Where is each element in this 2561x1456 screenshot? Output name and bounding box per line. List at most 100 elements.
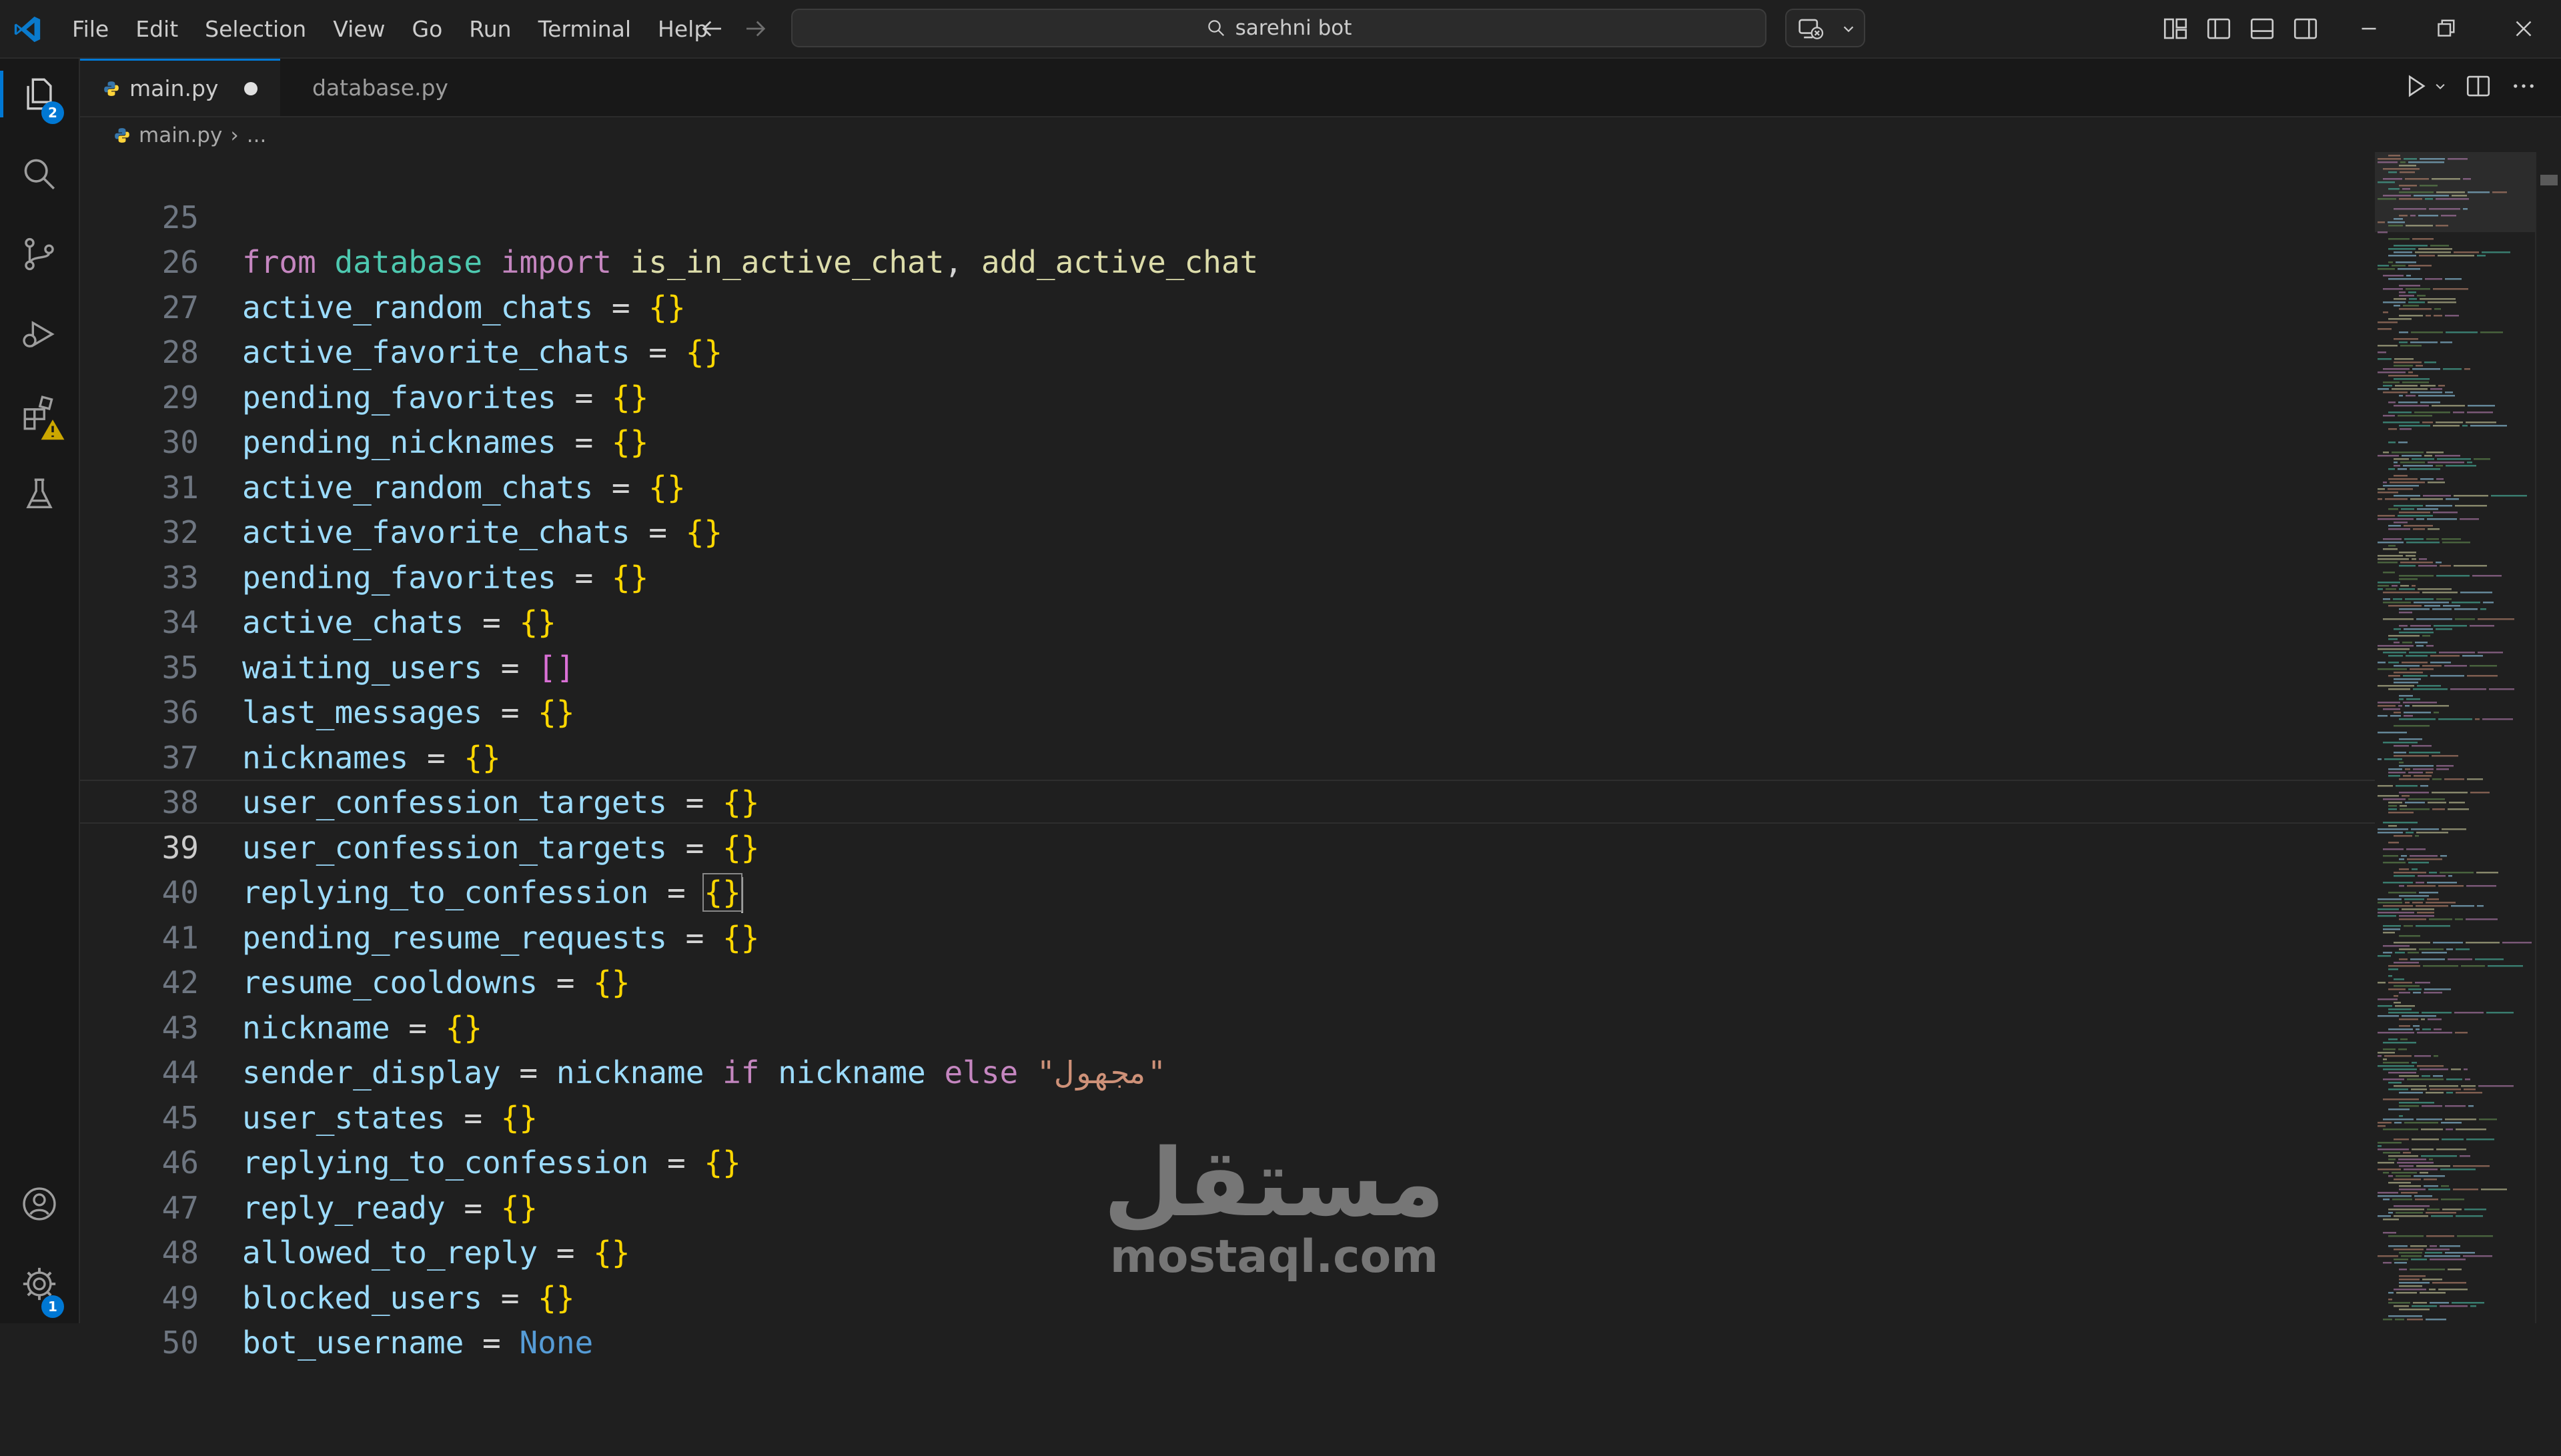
minimap-code-stroke [2420, 298, 2456, 300]
unsaved-dot-icon[interactable] [244, 81, 258, 95]
minimap-code-stroke [2422, 592, 2458, 594]
menu-edit[interactable]: Edit [122, 16, 191, 42]
source-control-icon[interactable] [20, 235, 59, 273]
minimap-code-stroke [2383, 822, 2418, 824]
minimap-code-stroke [2399, 915, 2434, 917]
minimap-code-stroke [2383, 415, 2395, 417]
accounts-icon[interactable] [20, 1185, 59, 1223]
run-python-file-icon[interactable] [2402, 72, 2430, 100]
code-line[interactable]: 36 nicknames = {} [80, 646, 2375, 776]
minimap-code-stroke [2392, 388, 2428, 390]
minimap-code-stroke [2399, 1269, 2407, 1271]
toggle-secondary-sidebar-icon[interactable] [2291, 15, 2320, 43]
minimap-code-stroke [2436, 575, 2470, 577]
code-line[interactable]: 45 replying_to_confession = {} [80, 1050, 2375, 1181]
minimap-code-stroke [2383, 1058, 2387, 1060]
menu-selection[interactable]: Selection [191, 16, 320, 42]
copilot-button[interactable] [1785, 9, 1865, 47]
minimap-code-stroke [2460, 1155, 2470, 1157]
menu-run[interactable]: Run [456, 16, 524, 42]
minimap-code-stroke [2388, 155, 2400, 157]
minimap-code-stroke [2432, 755, 2458, 757]
search-view-icon[interactable] [20, 155, 59, 193]
code-line[interactable]: 44 user_states = {} [80, 1006, 2375, 1136]
minimap-code-stroke [2378, 1052, 2395, 1054]
minimap-code-stroke [2399, 1165, 2414, 1167]
customize-layout-icon[interactable] [2161, 15, 2189, 43]
minimap-code-stroke [2486, 1012, 2514, 1014]
minimap-code-stroke [2383, 572, 2395, 574]
minimap-code-stroke [2401, 1192, 2418, 1194]
code-line[interactable]: 31 active_favorite_chats = {} [80, 420, 2375, 551]
minimize-window-icon[interactable] [2355, 15, 2383, 43]
code-line[interactable]: 35 last_messages = {} [80, 600, 2375, 731]
run-and-debug-icon[interactable] [20, 315, 59, 353]
split-editor-icon[interactable] [2464, 72, 2492, 100]
code-line[interactable]: 41 resume_cooldowns = {} [80, 870, 2375, 1001]
minimap-code-stroke [2399, 762, 2404, 764]
minimap-code-stroke [2406, 832, 2414, 834]
minimap-code-stroke [2455, 918, 2463, 920]
menu-terminal[interactable]: Terminal [525, 16, 644, 42]
scrollbar-thumb[interactable] [2540, 175, 2558, 185]
minimap-code-stroke [2390, 715, 2401, 717]
breadcrumb-symbols[interactable]: ... [247, 123, 267, 147]
minimap-code-stroke [2383, 742, 2418, 744]
minimap-code-stroke [2412, 585, 2416, 587]
code-line[interactable]: 40 pending_resume_requests = {} [80, 826, 2375, 956]
breadcrumb-file[interactable]: main.py [139, 123, 222, 147]
testing-icon[interactable] [20, 475, 59, 514]
tab-database-py[interactable]: database.py [280, 59, 467, 116]
menu-file[interactable]: File [59, 16, 122, 42]
minimap-code-stroke [2388, 1209, 2424, 1211]
minimap-code-stroke [2394, 1289, 2426, 1291]
code-line[interactable]: 38 user_confession_targets = {} [80, 736, 2375, 866]
minimap-code-stroke [2412, 238, 2434, 240]
minimap-code-stroke [2432, 808, 2445, 810]
code-line[interactable]: 34 waiting_users = [] [80, 556, 2375, 686]
code-line[interactable]: 30 active_random_chats = {} [80, 376, 2375, 506]
minimap-code-stroke [2378, 795, 2399, 797]
toggle-panel-icon[interactable] [2248, 15, 2276, 43]
minimap-code-stroke [2454, 251, 2479, 253]
menu-view[interactable]: View [320, 16, 398, 42]
minimap-code-stroke [2406, 288, 2430, 290]
minimap-code-stroke [2398, 515, 2433, 517]
minimap-code-stroke [2378, 585, 2389, 587]
minimap-code-stroke [2430, 1245, 2437, 1247]
minimap-code-stroke [2424, 992, 2442, 994]
code-line[interactable]: 32 pending_favorites = {} [80, 466, 2375, 596]
vertical-scrollbar[interactable] [2535, 152, 2561, 1323]
command-center-search[interactable]: sarehni bot [791, 9, 1766, 47]
code-line[interactable]: 26 active_random_chats = {} [80, 195, 2375, 325]
tab-main-py[interactable]: main.py [80, 59, 280, 116]
minimap-code-stroke [2388, 1235, 2424, 1237]
restore-window-icon[interactable] [2432, 15, 2460, 43]
code-line-current[interactable]: 39 replying_to_confession = {} [80, 780, 2375, 913]
more-actions-icon[interactable] [2510, 72, 2538, 100]
minimap-code-stroke [2388, 968, 2398, 970]
minimap-code-stroke [2413, 1025, 2420, 1027]
minimap-code-stroke [2383, 1062, 2409, 1064]
code-line[interactable]: 27 active_favorite_chats = {} [80, 240, 2375, 371]
code-line[interactable]: 42 nickname = {} [80, 916, 2375, 1046]
code-line[interactable]: 29 pending_nicknames = {} [80, 330, 2375, 461]
minimap-code-stroke [2427, 898, 2439, 900]
code-line[interactable]: 28 pending_favorites = {} [80, 285, 2375, 416]
minimap[interactable] [2375, 152, 2535, 1323]
code-line[interactable]: 33 active_chats = {} [80, 510, 2375, 641]
code-line[interactable]: 37 user_confession_targets = {} [80, 690, 2375, 821]
close-window-icon[interactable] [2510, 15, 2538, 43]
code-line[interactable]: 43 sender_display = nickname if nickname… [80, 960, 2375, 1091]
watermark-logo: مستقل mostaql.com [1101, 1134, 1448, 1294]
minimap-code-stroke [2388, 261, 2393, 263]
minimap-code-stroke [2398, 468, 2407, 470]
code-line[interactable]: 25 from database import is_in_active_cha… [80, 150, 2375, 281]
forward-arrow-icon[interactable] [742, 15, 770, 43]
minimap-code-stroke [2445, 278, 2462, 280]
back-arrow-icon[interactable] [698, 15, 726, 43]
minimap-code-stroke [2434, 625, 2467, 627]
toggle-primary-sidebar-icon[interactable] [2205, 15, 2233, 43]
menu-go[interactable]: Go [399, 16, 456, 42]
chevron-down-icon[interactable] [2434, 80, 2447, 93]
